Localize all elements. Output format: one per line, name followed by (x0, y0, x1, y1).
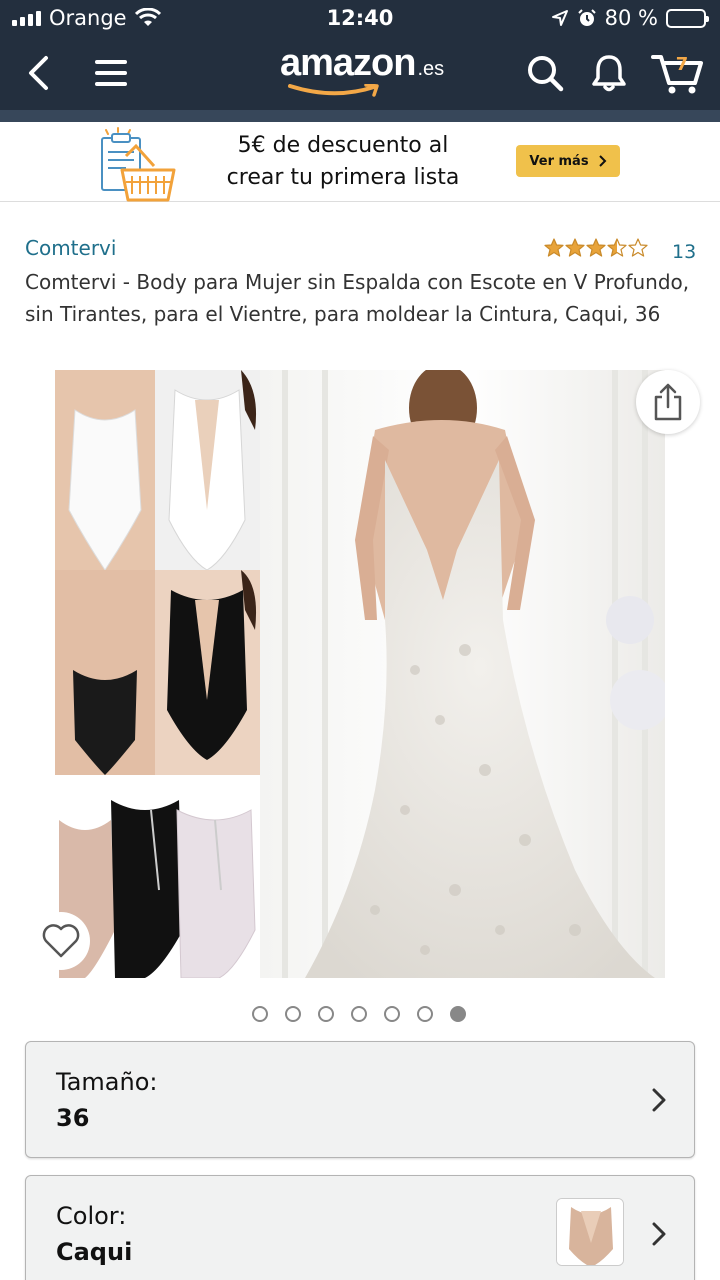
notifications-button[interactable] (582, 46, 636, 100)
image-pagination[interactable] (252, 1006, 466, 1022)
promo-banner[interactable]: 5€ de descuento al crear tu primera list… (0, 122, 720, 202)
color-selector[interactable]: Color: Caqui (25, 1175, 695, 1280)
product-image[interactable] (55, 370, 665, 978)
star-icon (544, 238, 564, 257)
chevron-right-icon (652, 1222, 666, 1246)
collage-tile-4 (155, 570, 260, 775)
pagination-dot[interactable] (285, 1006, 301, 1022)
promo-line-1: 5€ de descuento al (237, 133, 449, 158)
collage-tile-3 (55, 570, 155, 775)
search-button[interactable] (518, 46, 572, 100)
back-button[interactable] (12, 46, 66, 100)
search-icon (528, 56, 564, 92)
amazon-logo[interactable]: amazon .es (280, 42, 445, 97)
brand-link[interactable]: Comtervi (25, 236, 116, 260)
share-button[interactable] (636, 370, 700, 434)
promo-line-2: crear tu primera lista (226, 165, 460, 190)
top-nav: amazon .es 7 (0, 36, 720, 110)
star-icon (628, 238, 648, 257)
color-label: Color: (56, 1202, 127, 1230)
chevron-left-icon (29, 56, 48, 90)
promo-text: 5€ de descuento al crear tu primera list… (200, 130, 486, 194)
status-bar: Orange 12:40 80 % (0, 0, 720, 36)
pagination-dot[interactable] (450, 1006, 466, 1022)
promo-cta-label: Ver más (529, 153, 589, 169)
star-rating[interactable] (544, 238, 648, 258)
cart-button[interactable]: 7 (648, 46, 708, 100)
wishlist-button[interactable] (32, 912, 90, 970)
star-icon (586, 238, 606, 257)
status-right: 80 % (551, 6, 709, 30)
pagination-dot[interactable] (252, 1006, 268, 1022)
review-count[interactable]: 13 (672, 241, 696, 263)
battery-icon (666, 8, 709, 28)
cart-count: 7 (675, 54, 689, 75)
nav-bottom-strip (0, 110, 720, 122)
hamburger-icon (95, 60, 127, 86)
logo-word: amazon (280, 42, 416, 84)
location-arrow-icon (551, 10, 568, 26)
chevron-right-icon (652, 1088, 666, 1112)
product-photo (55, 370, 665, 978)
pagination-dot[interactable] (351, 1006, 367, 1022)
star-icon (565, 238, 585, 257)
alarm-icon (577, 9, 596, 26)
pagination-dot[interactable] (384, 1006, 400, 1022)
color-value: Caqui (56, 1238, 133, 1266)
promo-cta-button[interactable]: Ver más (516, 145, 620, 177)
logo-smile-icon (288, 84, 379, 97)
bell-icon (592, 55, 626, 92)
heart-icon (42, 924, 80, 958)
menu-button[interactable] (84, 46, 138, 100)
pagination-dot[interactable] (318, 1006, 334, 1022)
size-selector[interactable]: Tamaño: 36 (25, 1041, 695, 1158)
share-icon (654, 383, 682, 421)
color-swatch-thumbnail[interactable] (556, 1198, 624, 1266)
list-basket-illustration (101, 127, 176, 202)
collage-tile-2 (155, 370, 260, 571)
battery-percent: 80 % (604, 6, 658, 30)
collage-tile-1 (55, 370, 155, 571)
color-swatch-image (557, 1199, 623, 1265)
chevron-right-icon (598, 155, 606, 167)
star-icon (607, 238, 627, 257)
logo-tld: .es (417, 58, 445, 80)
size-value: 36 (56, 1104, 90, 1132)
pagination-dot[interactable] (417, 1006, 433, 1022)
product-title: Comtervi - Body para Mujer sin Espalda c… (25, 270, 690, 326)
size-label: Tamaño: (56, 1068, 158, 1096)
